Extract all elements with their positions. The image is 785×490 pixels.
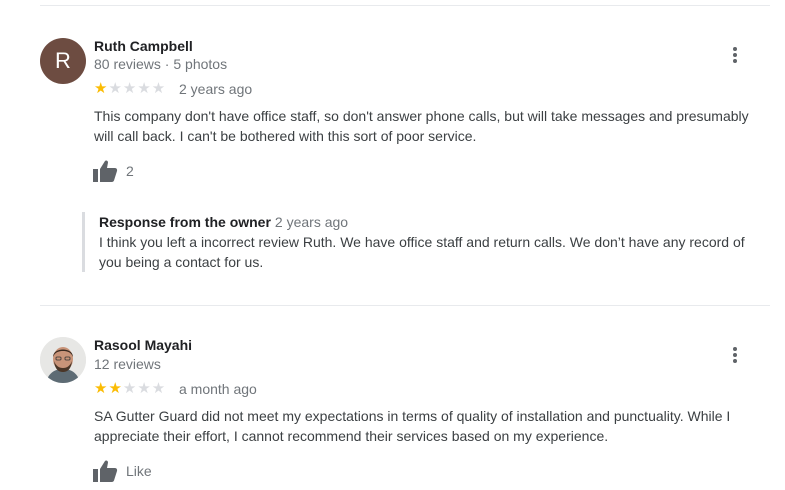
avatar[interactable] <box>40 337 86 383</box>
star-empty-icon: ★★★★ <box>108 80 167 97</box>
like-label: Like <box>126 463 152 479</box>
reviewer-name[interactable]: Rasool Mayahi <box>94 337 192 353</box>
avatar[interactable]: R <box>40 38 86 84</box>
reviewer-name[interactable]: Ruth Campbell <box>94 38 193 54</box>
thumbs-up-icon <box>93 160 118 182</box>
review-time: 2 years ago <box>179 81 253 97</box>
star-filled-icon: ★ <box>94 80 109 97</box>
owner-response-text: I think you left a incorrect review Ruth… <box>99 234 745 270</box>
review-time: a month ago <box>179 381 257 397</box>
owner-response-time: 2 years ago <box>274 214 349 230</box>
star-empty-icon: ★★★ <box>122 380 167 397</box>
star-rating: ★★★★★ <box>94 79 166 97</box>
review-text: SA Gutter Guard did not meet my expectat… <box>94 408 731 444</box>
reviewer-meta: 12 reviews <box>94 356 161 372</box>
owner-response-title: Response from the owner <box>99 214 271 230</box>
more-options-icon[interactable] <box>726 345 744 367</box>
thumbs-up-icon <box>93 460 118 482</box>
reviewer-meta: 80 reviews · 5 photos <box>94 56 228 72</box>
review-text: This company don't have office staff, so… <box>94 108 749 144</box>
owner-response: Response from the owner 2 years ago I thi… <box>82 212 779 272</box>
divider <box>40 305 770 306</box>
star-rating: ★★★★★ <box>94 379 166 397</box>
profile-photo-icon <box>40 337 86 383</box>
divider <box>40 5 770 6</box>
like-button[interactable]: Like <box>92 459 152 483</box>
star-filled-icon: ★★ <box>94 380 123 397</box>
like-count: 2 <box>126 163 134 179</box>
like-button[interactable]: 2 <box>92 159 134 183</box>
more-options-icon[interactable] <box>726 45 744 67</box>
reviews-list: R Ruth Campbell 80 reviews · 5 photos ★★… <box>0 0 785 490</box>
